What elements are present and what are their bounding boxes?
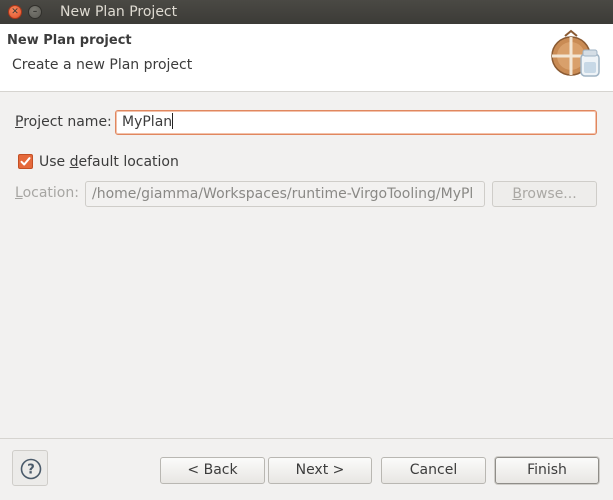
- close-window-button[interactable]: ✕: [8, 5, 22, 19]
- help-icon: ?: [20, 458, 42, 480]
- wizard-banner: New Plan project Create a new Plan proje…: [0, 24, 613, 92]
- checkmark-icon: [20, 157, 31, 166]
- browse-button[interactable]: Browse...: [492, 181, 597, 207]
- use-default-location-label[interactable]: Use default location: [39, 154, 179, 170]
- wizard-page-description: Create a new Plan project: [12, 57, 193, 73]
- location-label: Location:: [15, 185, 79, 201]
- plan-project-wizard-icon: [551, 29, 600, 77]
- cancel-button[interactable]: Cancel: [381, 457, 486, 484]
- finish-button[interactable]: Finish: [495, 457, 599, 484]
- button-bar-separator: [0, 438, 613, 439]
- window-title: New Plan Project: [60, 4, 178, 20]
- svg-text:?: ?: [27, 463, 35, 478]
- close-icon: ✕: [11, 7, 19, 17]
- wizard-page-title: New Plan project: [7, 33, 132, 48]
- text-caret: [172, 113, 174, 129]
- project-name-input[interactable]: MyPlan: [115, 110, 597, 135]
- back-button[interactable]: < Back: [160, 457, 265, 484]
- minimize-icon: –: [32, 7, 38, 17]
- help-button[interactable]: ?: [12, 450, 48, 486]
- project-name-label: Project name:: [15, 114, 112, 130]
- use-default-location-checkbox[interactable]: [18, 154, 33, 169]
- next-button[interactable]: Next >: [268, 457, 372, 484]
- title-bar: ✕ – New Plan Project: [0, 0, 613, 24]
- location-input[interactable]: /home/giamma/Workspaces/runtime-VirgoToo…: [85, 181, 485, 207]
- minimize-window-button[interactable]: –: [28, 5, 42, 19]
